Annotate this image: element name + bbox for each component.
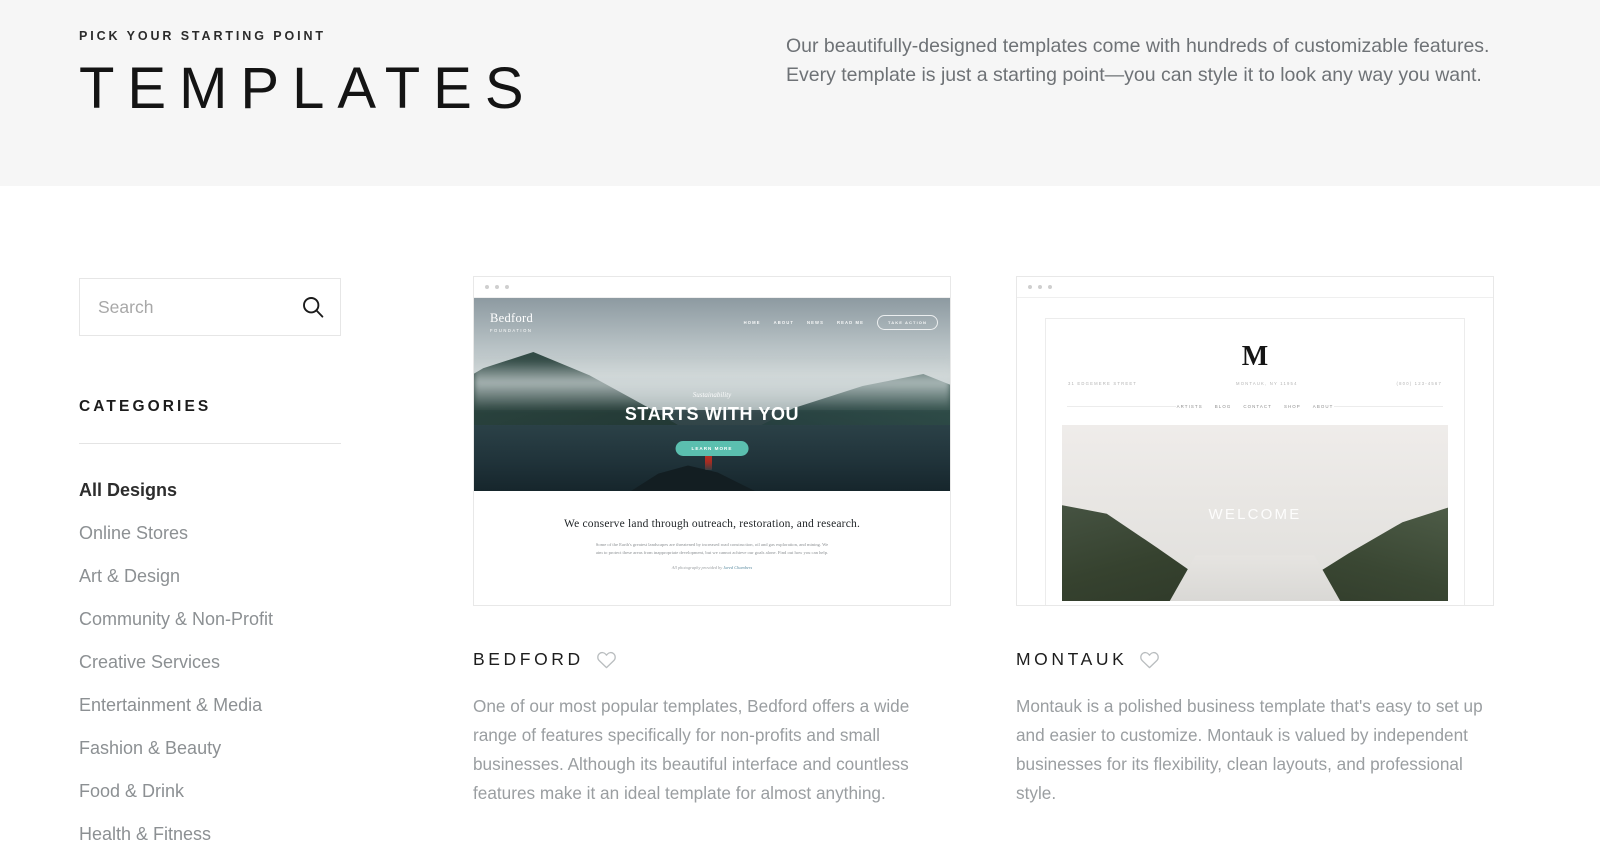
montauk-frame: M 31 EDGEMERE STREET MONTAUK, NY 11954 (… xyxy=(1045,318,1465,605)
bedford-nav-read-me: READ ME xyxy=(836,320,864,325)
sidebar-item-fashion-and-beauty[interactable]: Fashion & Beauty xyxy=(79,739,341,757)
bedford-credit-name: Jared Chambers xyxy=(723,565,753,570)
montauk-preview-nav: ARTISTS BLOG CONTACT SHOP ABOUT xyxy=(1177,404,1334,409)
bedford-credit-prefix: All photography provided by xyxy=(671,565,724,570)
bedford-hero-eyebrow: Sustainability xyxy=(692,390,732,399)
montauk-logo: M xyxy=(1241,341,1269,372)
chrome-dot-icon xyxy=(1038,285,1042,289)
page-title: TEMPLATES xyxy=(79,55,537,121)
search-box[interactable] xyxy=(79,278,341,336)
template-meta-bedford: BEDFORD One of our most popular template… xyxy=(473,650,951,808)
bedford-hero-headline: STARTS WITH YOU xyxy=(624,404,800,425)
main-content: CATEGORIES All Designs Online Stores Art… xyxy=(0,186,1600,866)
bedford-nav-home: HOME xyxy=(743,320,761,325)
sidebar-item-all-designs[interactable]: All Designs xyxy=(79,481,341,499)
bedford-hero-button: LEARN MORE xyxy=(675,440,749,456)
chrome-dot-icon xyxy=(505,285,509,289)
sidebar-item-community-and-non-profit[interactable]: Community & Non-Profit xyxy=(79,610,341,628)
chrome-dot-icon xyxy=(1048,285,1052,289)
categories-divider xyxy=(79,442,341,444)
montauk-hero-photo: WELCOME xyxy=(1062,425,1448,601)
montauk-hero-headline: WELCOME xyxy=(1208,505,1302,523)
template-name-montauk[interactable]: MONTAUK xyxy=(1016,650,1127,669)
bedford-body-section: We conserve land through outreach, resto… xyxy=(474,491,950,605)
montauk-nav-artists: ARTISTS xyxy=(1176,403,1203,409)
bedford-preview-nav: HOME ABOUT NEWS READ ME TAKE ACTION xyxy=(744,315,938,330)
categories-heading: CATEGORIES xyxy=(79,398,212,415)
sidebar-item-food-and-drink[interactable]: Food & Drink xyxy=(79,782,341,800)
template-description-montauk: Montauk is a polished business template … xyxy=(1016,696,1483,803)
montauk-address-left: 31 EDGEMERE STREET xyxy=(1068,381,1138,386)
montauk-nav-about: ABOUT xyxy=(1312,403,1334,409)
sidebar-item-creative-services[interactable]: Creative Services xyxy=(79,653,341,671)
template-preview-montauk[interactable]: M 31 EDGEMERE STREET MONTAUK, NY 11954 (… xyxy=(1016,276,1494,606)
montauk-nav-shop: SHOP xyxy=(1283,403,1301,409)
bedford-body-headline: We conserve land through outreach, resto… xyxy=(563,518,861,530)
bedford-hero: Bedford FOUNDATION HOME ABOUT NEWS READ … xyxy=(474,298,950,491)
browser-chrome xyxy=(1017,277,1493,298)
chrome-dot-icon xyxy=(495,285,499,289)
bedford-nav-about: ABOUT xyxy=(773,320,795,325)
montauk-address-bar: 31 EDGEMERE STREET MONTAUK, NY 11954 (80… xyxy=(1046,371,1464,386)
sidebar: CATEGORIES All Designs Online Stores Art… xyxy=(79,278,341,866)
sidebar-item-online-stores[interactable]: Online Stores xyxy=(79,524,341,542)
header-eyebrow: PICK YOUR STARTING POINT xyxy=(79,29,326,43)
montauk-nav-wrapper: ARTISTS BLOG CONTACT SHOP ABOUT xyxy=(1046,400,1464,412)
bedford-nav-cta: TAKE ACTION xyxy=(877,315,938,330)
categories-list: All Designs Online Stores Art & Design C… xyxy=(79,481,341,843)
template-card-montauk: M 31 EDGEMERE STREET MONTAUK, NY 11954 (… xyxy=(1016,276,1494,808)
header-title-block: PICK YOUR STARTING POINT TEMPLATES xyxy=(79,30,537,119)
chrome-dot-icon xyxy=(1028,285,1032,289)
template-card-bedford: Bedford FOUNDATION HOME ABOUT NEWS READ … xyxy=(473,276,951,808)
montauk-nav-contact: CONTACT xyxy=(1243,403,1272,409)
sidebar-item-entertainment-and-media[interactable]: Entertainment & Media xyxy=(79,696,341,714)
template-name-bedford[interactable]: BEDFORD xyxy=(473,650,584,669)
bedford-nav-news: NEWS xyxy=(807,320,824,325)
heart-outline-icon[interactable] xyxy=(596,650,617,669)
browser-chrome xyxy=(474,277,950,298)
bedford-logo-subtext: FOUNDATION xyxy=(490,327,533,333)
heart-outline-icon[interactable] xyxy=(1139,650,1160,669)
bedford-body-paragraph: Some of the Earth's greatest landscapes … xyxy=(595,542,829,555)
sidebar-item-health-and-fitness[interactable]: Health & Fitness xyxy=(79,825,341,843)
montauk-nav-blog: BLOG xyxy=(1214,403,1232,409)
template-grid: Bedford FOUNDATION HOME ABOUT NEWS READ … xyxy=(473,276,1494,808)
montauk-page: M 31 EDGEMERE STREET MONTAUK, NY 11954 (… xyxy=(1017,298,1493,605)
template-title-row: BEDFORD xyxy=(473,650,951,669)
montauk-address-center: MONTAUK, NY 11954 xyxy=(1236,381,1298,386)
bedford-logo-text: Bedford xyxy=(490,311,534,325)
template-description-bedford: One of our most popular templates, Bedfo… xyxy=(473,696,910,803)
header-description-block: Our beautifully-designed templates come … xyxy=(786,32,1498,90)
montauk-address-right: (800) 123-4567 xyxy=(1396,381,1442,386)
template-title-row: MONTAUK xyxy=(1016,650,1494,669)
page-header: PICK YOUR STARTING POINT TEMPLATES Our b… xyxy=(0,0,1600,186)
template-preview-bedford[interactable]: Bedford FOUNDATION HOME ABOUT NEWS READ … xyxy=(473,276,951,606)
search-icon[interactable] xyxy=(300,294,326,320)
sidebar-item-art-and-design[interactable]: Art & Design xyxy=(79,567,341,585)
hero-lake xyxy=(1169,555,1341,601)
hero-mist xyxy=(474,359,950,410)
bedford-body-credit: All photography provided by Jared Chambe… xyxy=(474,565,950,570)
chrome-dot-icon xyxy=(485,285,489,289)
template-meta-montauk: MONTAUK Montauk is a polished business t… xyxy=(1016,650,1494,808)
bedford-logo: Bedford FOUNDATION xyxy=(490,312,533,333)
header-description: Our beautifully-designed templates come … xyxy=(786,35,1490,86)
